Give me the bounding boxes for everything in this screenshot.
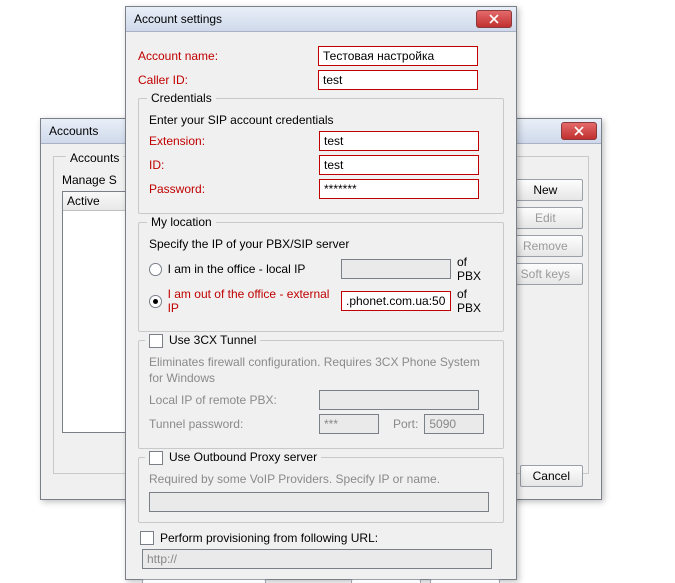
new-button[interactable]: New	[508, 179, 583, 201]
proxy-hint: Required by some VoIP Providers. Specify…	[149, 472, 493, 486]
remove-button[interactable]: Remove	[508, 235, 583, 257]
caller-id-label: Caller ID:	[138, 73, 318, 87]
settings-body: Account name: Caller ID: Credentials Ent…	[126, 32, 516, 583]
settings-cancel-button[interactable]: Cancel	[430, 579, 500, 583]
tunnel-pwd-input	[319, 414, 379, 434]
local-ip-input	[341, 259, 451, 279]
credentials-group: Credentials Enter your SIP account crede…	[138, 98, 504, 214]
settings-close-button[interactable]	[476, 10, 512, 28]
tunnel-localip-label: Local IP of remote PBX:	[149, 393, 319, 407]
credentials-legend: Credentials	[147, 91, 216, 105]
radio-external-label: I am out of the office - external IP	[168, 287, 341, 315]
proxy-input	[149, 492, 489, 512]
close-icon	[489, 14, 499, 24]
accounts-close-button[interactable]	[561, 122, 597, 140]
tunnel-group: Use 3CX Tunnel Eliminates firewall confi…	[138, 340, 504, 449]
local-ip-suffix: of PBX	[457, 255, 493, 283]
ok-button[interactable]: OK	[351, 579, 421, 583]
location-hint: Specify the IP of your PBX/SIP server	[149, 237, 493, 251]
credentials-hint: Enter your SIP account credentials	[149, 113, 493, 127]
proxy-checkbox-label: Use Outbound Proxy server	[169, 450, 317, 464]
proxy-group: Use Outbound Proxy server Required by so…	[138, 457, 504, 523]
proxy-checkbox[interactable]	[149, 451, 163, 465]
softkeys-button[interactable]: Soft keys	[508, 263, 583, 285]
edit-button[interactable]: Edit	[508, 207, 583, 229]
tunnel-legend-wrap: Use 3CX Tunnel	[145, 333, 260, 348]
provision-url-input	[142, 549, 492, 569]
radio-local-label: I am in the office - local IP	[168, 262, 341, 276]
tunnel-hint: Eliminates firewall configuration. Requi…	[149, 355, 493, 386]
caller-id-input[interactable]	[318, 70, 478, 90]
location-legend: My location	[147, 215, 216, 229]
id-input[interactable]	[319, 155, 479, 175]
settings-title: Account settings	[134, 12, 222, 26]
provision-row: Perform provisioning from following URL:	[140, 531, 502, 545]
accounts-cancel-button[interactable]: Cancel	[520, 465, 583, 487]
accounts-title: Accounts	[49, 124, 98, 138]
tunnel-checkbox[interactable]	[149, 334, 163, 348]
settings-titlebar: Account settings	[126, 7, 516, 32]
advanced-settings-button[interactable]: Advanced settings	[142, 579, 266, 583]
account-settings-window: Account settings Account name: Caller ID…	[125, 6, 517, 580]
password-input[interactable]	[319, 179, 479, 199]
provision-checkbox[interactable]	[140, 531, 154, 545]
external-ip-input[interactable]	[341, 291, 451, 311]
proxy-legend-wrap: Use Outbound Proxy server	[145, 450, 321, 465]
account-name-label: Account name:	[138, 49, 318, 63]
close-icon	[574, 126, 584, 136]
extension-label: Extension:	[149, 134, 319, 148]
extension-input[interactable]	[319, 131, 479, 151]
accounts-group-legend: Accounts	[66, 151, 123, 165]
id-label: ID:	[149, 158, 319, 172]
tunnel-checkbox-label: Use 3CX Tunnel	[169, 333, 256, 347]
radio-local-ip[interactable]	[149, 263, 162, 276]
radio-external-ip[interactable]	[149, 295, 162, 308]
provision-checkbox-label: Perform provisioning from following URL:	[160, 531, 378, 545]
password-label: Password:	[149, 182, 319, 196]
external-ip-suffix: of PBX	[457, 287, 493, 315]
accounts-button-column: New Edit Remove Soft keys	[508, 179, 583, 285]
settings-bottom-bar: Advanced settings OK Cancel	[138, 571, 504, 583]
location-group: My location Specify the IP of your PBX/S…	[138, 222, 504, 332]
tunnel-localip-input	[319, 390, 479, 410]
tunnel-pwd-label: Tunnel password:	[149, 417, 319, 431]
tunnel-port-label: Port:	[393, 417, 418, 431]
tunnel-port-input	[424, 414, 484, 434]
account-name-input[interactable]	[318, 46, 478, 66]
